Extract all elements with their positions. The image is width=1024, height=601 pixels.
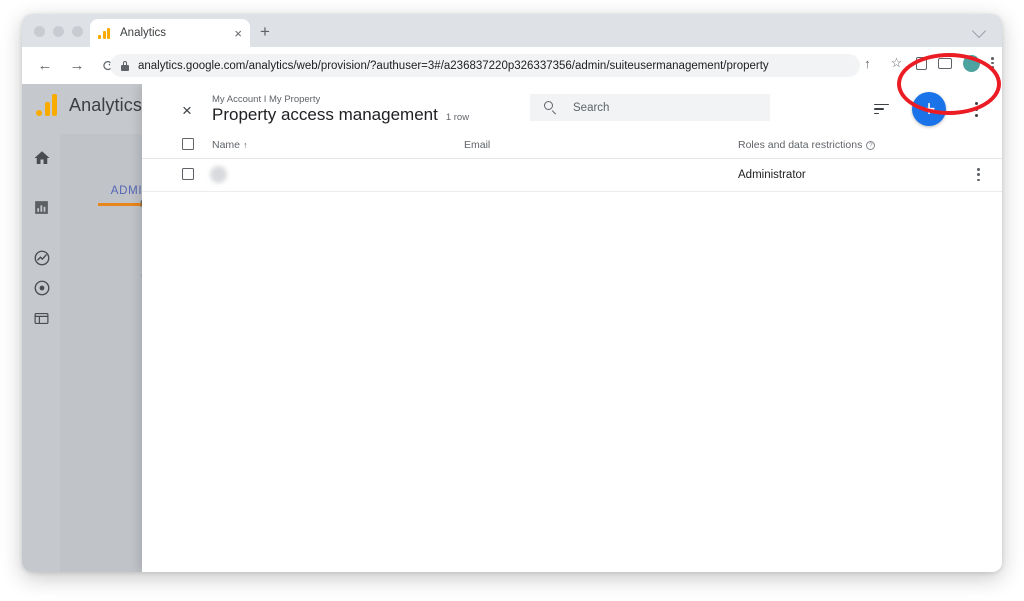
share-icon[interactable]: ↑ (858, 54, 876, 72)
search-placeholder: Search (573, 102, 609, 114)
analytics-logo[interactable]: Analytics (36, 94, 142, 116)
table-header-row: Name↑ Email Roles and data restrictions … (142, 130, 1002, 159)
new-tab-button[interactable]: + (260, 23, 270, 40)
table-row[interactable]: Administrator (142, 158, 1002, 192)
page-viewport: Analytics (22, 84, 1002, 572)
sort-ascending-icon: ↑ (243, 140, 248, 150)
lock-icon (121, 61, 129, 71)
more-vertical-icon[interactable] (968, 102, 984, 117)
property-access-management-panel: × My Account I My Property Property acce… (142, 84, 1002, 572)
close-icon[interactable]: × (178, 102, 196, 120)
browser-tab-title: Analytics (120, 27, 230, 39)
bookmark-star-icon[interactable]: ☆ (887, 54, 905, 72)
minimize-window-button[interactable] (53, 26, 64, 37)
back-button[interactable]: ← (32, 53, 58, 79)
breadcrumb: My Account I My Property (212, 94, 320, 105)
browser-tab-strip: Analytics × + (22, 14, 1002, 47)
reports-bar-chart-icon[interactable] (32, 198, 51, 217)
column-header-email[interactable]: Email (464, 139, 490, 151)
address-bar-url: analytics.google.com/analytics/web/provi… (138, 60, 769, 72)
analytics-wordmark: Analytics (69, 95, 142, 116)
column-header-roles[interactable]: Roles and data restrictions ? (738, 139, 875, 151)
browser-tab[interactable]: Analytics × (90, 19, 250, 47)
avatar (210, 166, 227, 183)
address-bar[interactable]: analytics.google.com/analytics/web/provi… (110, 54, 860, 77)
row-user-role: Administrator (738, 169, 806, 181)
window-traffic-lights (34, 26, 83, 37)
screen-root: Analytics × + ← → ⟳ analytics.google.com… (0, 0, 1024, 601)
page-title: Property access management (212, 105, 438, 125)
search-input[interactable]: Search (530, 94, 770, 121)
add-user-button[interactable]: + (912, 92, 946, 126)
row-checkbox[interactable] (182, 168, 194, 180)
column-header-name-label: Name (212, 139, 240, 151)
browser-toolbar: ← → ⟳ analytics.google.com/analytics/web… (22, 47, 1002, 84)
column-header-roles-label: Roles and data restrictions (738, 139, 862, 151)
library-icon[interactable] (32, 309, 51, 328)
analytics-nav-rail (22, 134, 60, 572)
close-window-button[interactable] (34, 26, 45, 37)
forward-button[interactable]: → (64, 53, 90, 79)
maximize-window-button[interactable] (72, 26, 83, 37)
filter-icon[interactable] (874, 102, 890, 116)
row-more-vertical-icon[interactable] (977, 168, 980, 181)
explore-icon[interactable] (32, 248, 51, 267)
info-icon[interactable]: ? (866, 141, 875, 150)
panel-title-row: Property access management 1 row (212, 105, 469, 125)
panel-header-actions: + (874, 92, 984, 126)
close-icon[interactable]: × (230, 27, 242, 40)
browser-toolbar-actions: ↑ ☆ (858, 54, 994, 72)
row-count-label: 1 row (446, 112, 469, 123)
cast-icon[interactable] (938, 58, 952, 69)
search-icon (544, 101, 557, 114)
extensions-puzzle-icon[interactable] (916, 57, 927, 70)
column-header-name[interactable]: Name↑ (212, 139, 248, 151)
browser-window: Analytics × + ← → ⟳ analytics.google.com… (22, 14, 1002, 572)
avatar[interactable] (963, 55, 980, 72)
analytics-bar-icon (36, 94, 57, 116)
home-icon[interactable] (32, 148, 51, 167)
chevron-down-icon[interactable] (972, 24, 986, 38)
analytics-favicon-icon (98, 27, 112, 39)
browser-menu-icon[interactable] (991, 57, 994, 69)
select-all-checkbox[interactable] (182, 138, 194, 150)
advertising-icon[interactable] (32, 278, 51, 297)
